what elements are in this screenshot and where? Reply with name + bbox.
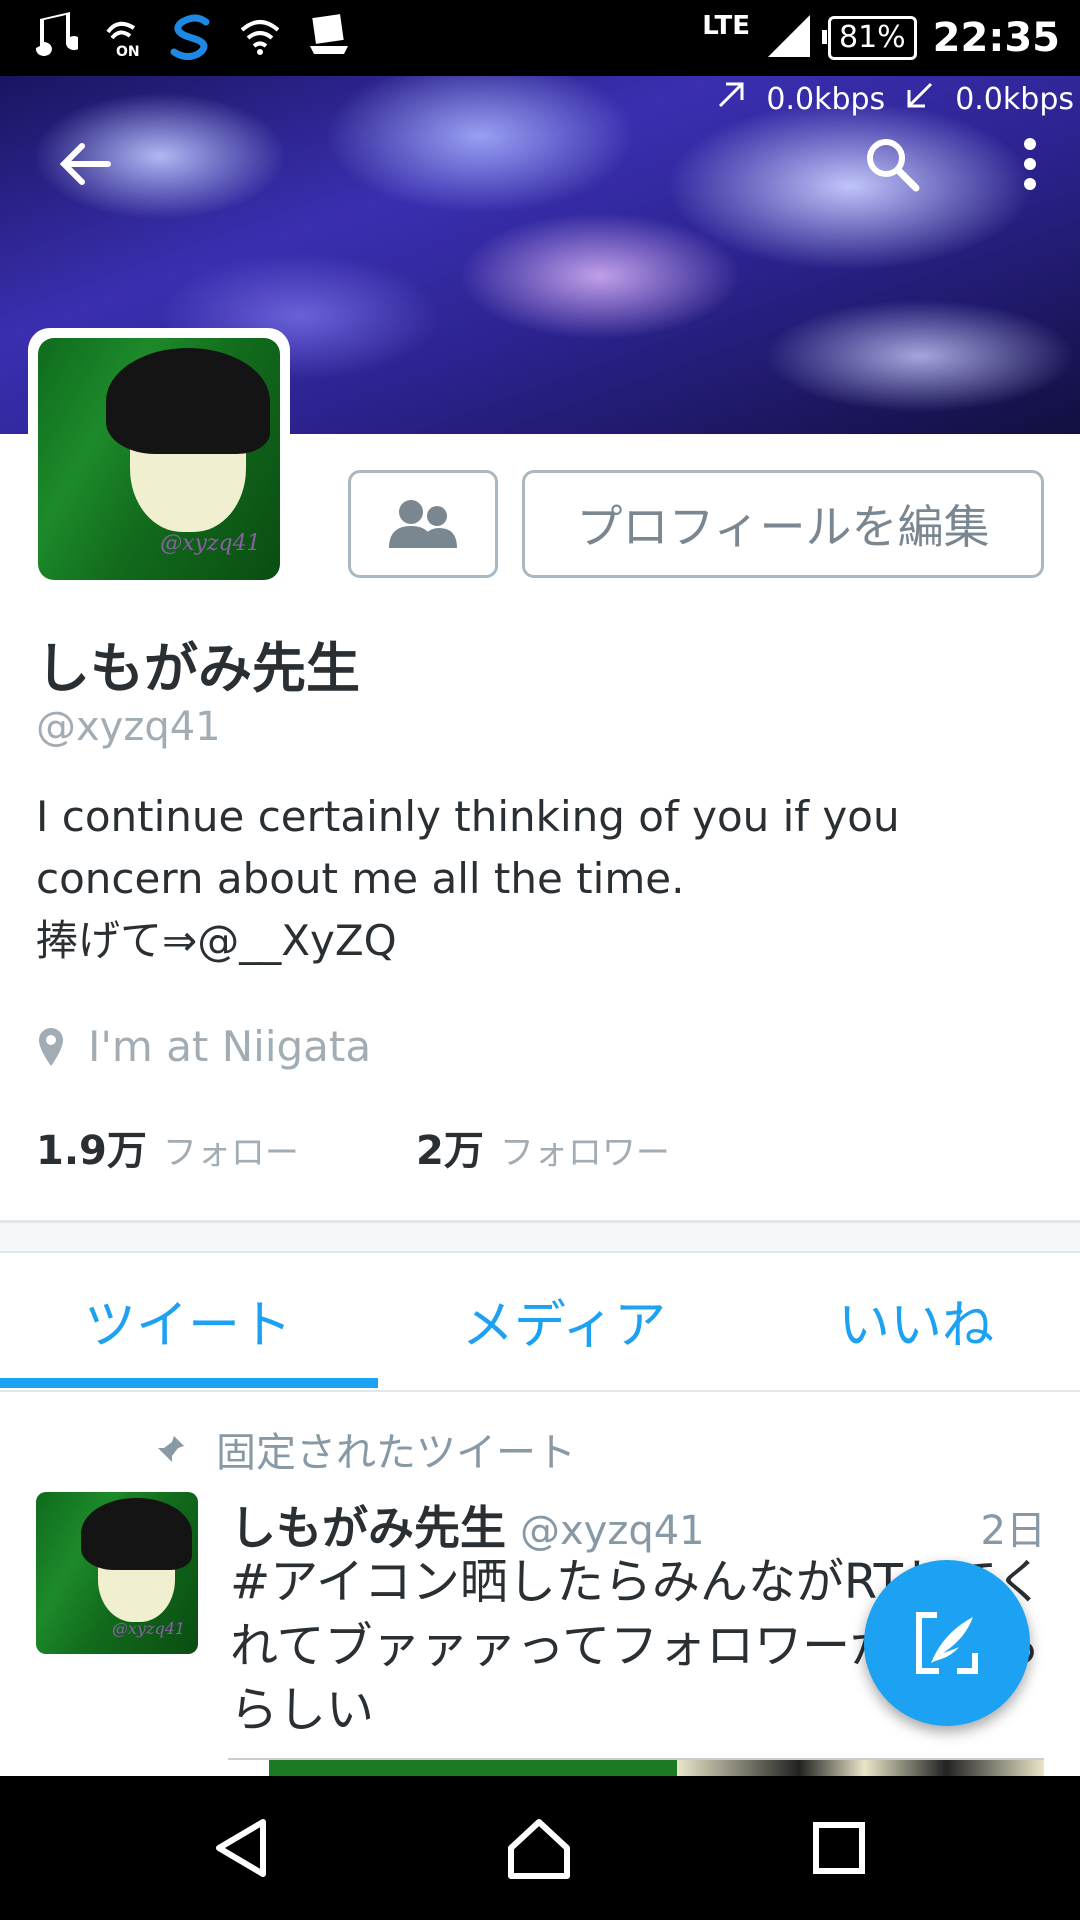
- followers-stat[interactable]: 2万 フォロワー: [416, 1118, 796, 1176]
- status-bar: ON LTE 81% 22:35: [0, 0, 1080, 76]
- following-label: フォロー: [162, 1133, 299, 1173]
- nav-home-icon: [508, 1819, 570, 1879]
- find-people-button[interactable]: [348, 470, 498, 578]
- section-divider: [0, 1220, 1080, 1253]
- back-arrow-icon: [59, 143, 111, 185]
- location-pin-icon: [39, 1027, 63, 1066]
- tweet-avatar-signature: @xyzq41: [111, 1618, 186, 1638]
- profile-tabs: ツイート メディア いいね: [0, 1250, 1080, 1392]
- bio-line: concern about me all the time.: [36, 854, 685, 903]
- tweet-header: しもがみ先生 @xyzq41 2日: [230, 1492, 1046, 1558]
- bio-line: I continue certainly thinking of you if …: [36, 792, 900, 841]
- tab-tweets[interactable]: ツイート: [0, 1250, 376, 1390]
- nfc-on-icon: ON: [102, 12, 146, 64]
- profile-bio: I continue certainly thinking of you if …: [36, 786, 1036, 972]
- cast-icon: [306, 12, 352, 64]
- more-options-button[interactable]: [990, 124, 1070, 204]
- download-speed: 0.0kbps: [955, 81, 1074, 117]
- nav-recents-button[interactable]: [794, 1808, 884, 1888]
- svg-text:ON: ON: [116, 44, 140, 60]
- following-stat[interactable]: 1.9万 フォロー: [36, 1118, 416, 1176]
- tweet-time: 2日: [980, 1508, 1046, 1554]
- profile-name: しもがみ先生: [36, 637, 360, 700]
- download-arrow-icon: [905, 80, 935, 118]
- battery-level: 81%: [822, 16, 917, 60]
- search-icon: [867, 139, 920, 192]
- people-icon: [389, 500, 457, 548]
- edit-profile-button[interactable]: プロフィールを編集: [522, 470, 1044, 578]
- tweet-author-handle: @xyzq41: [520, 1508, 705, 1554]
- upload-arrow-icon: [716, 80, 746, 118]
- pinned-text: 固定されたツイート: [216, 1430, 576, 1476]
- network-type: LTE: [702, 11, 750, 41]
- notification-icons: ON: [26, 10, 352, 66]
- wifi-icon: [238, 12, 282, 64]
- network-speed: 0.0kbps 0.0kbps: [716, 80, 1074, 118]
- more-vertical-icon: [1024, 138, 1036, 190]
- back-button[interactable]: [44, 124, 124, 204]
- tweet-avatar[interactable]: @xyzq41: [36, 1492, 198, 1654]
- profile-handle: @xyzq41: [36, 704, 221, 750]
- music-note-icon: [26, 12, 82, 64]
- system-status: LTE 81% 22:35: [702, 8, 1060, 68]
- bio-line: 捧げて⇒@__XyZQ: [36, 916, 397, 965]
- upload-speed: 0.0kbps: [766, 81, 886, 117]
- system-nav-bar: [0, 1776, 1080, 1920]
- avatar-signature: @xyzq41: [160, 530, 261, 556]
- clock: 22:35: [932, 15, 1060, 61]
- avatar-image: @xyzq41: [38, 338, 280, 580]
- followers-count: 2万: [416, 1128, 484, 1174]
- compose-icon: [916, 1612, 978, 1674]
- nav-back-button[interactable]: [196, 1808, 286, 1888]
- following-count: 1.9万: [36, 1128, 147, 1174]
- followers-label: フォロワー: [499, 1133, 670, 1173]
- tab-media[interactable]: メディア: [376, 1250, 752, 1390]
- signal-icon: [766, 13, 812, 63]
- tweet-author-name[interactable]: しもがみ先生: [230, 1492, 506, 1558]
- nav-recents-icon: [813, 1822, 865, 1874]
- profile-location: I'm at Niigata: [36, 1022, 371, 1071]
- compose-tweet-button[interactable]: [864, 1560, 1030, 1726]
- tab-likes[interactable]: いいね: [752, 1250, 1080, 1390]
- active-tab-indicator: [0, 1378, 378, 1388]
- nav-back-icon: [216, 1819, 266, 1877]
- search-button[interactable]: [852, 124, 932, 204]
- follow-stats: 1.9万 フォロー 2万 フォロワー: [36, 1118, 796, 1176]
- nav-home-button[interactable]: [494, 1808, 584, 1888]
- profile-avatar[interactable]: @xyzq41: [28, 328, 290, 590]
- tweet-media-image[interactable]: [228, 1758, 1044, 1776]
- s-app-icon: [170, 12, 214, 64]
- pin-icon: [158, 1436, 184, 1462]
- pinned-label: 固定されたツイート: [156, 1420, 576, 1478]
- location-text: I'm at Niigata: [88, 1022, 372, 1071]
